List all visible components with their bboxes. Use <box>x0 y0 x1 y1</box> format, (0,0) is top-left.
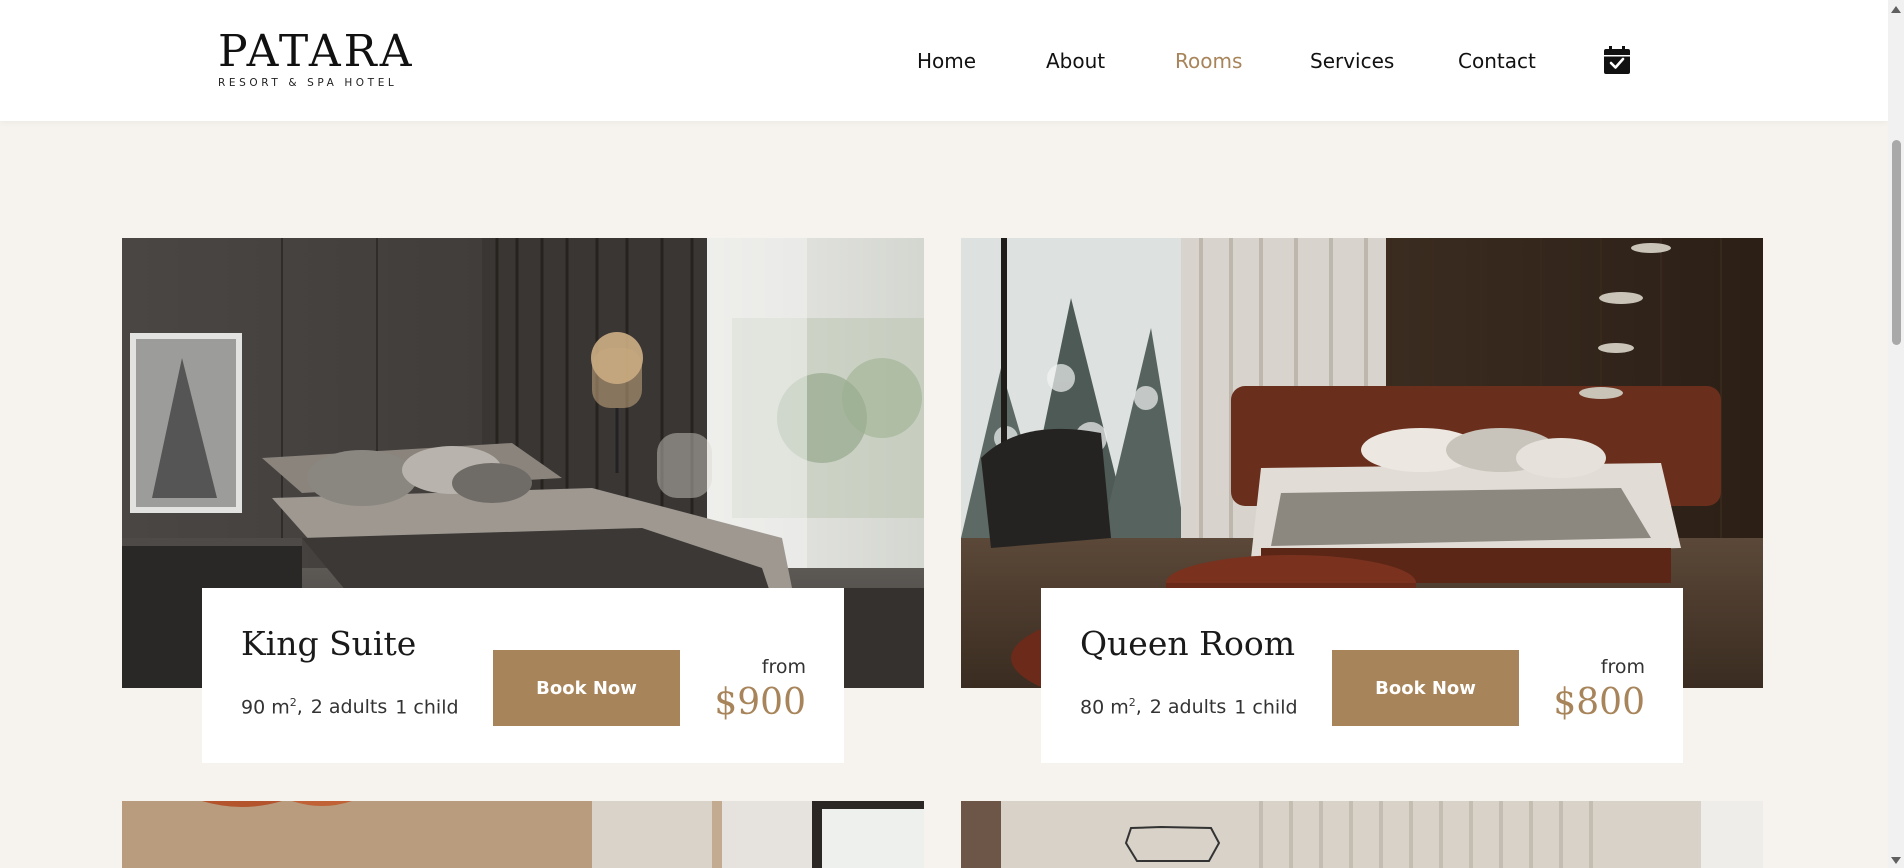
room-adults: 2 adults <box>310 696 388 719</box>
price-from-label: from <box>1600 656 1645 678</box>
nav-home[interactable]: Home <box>917 48 976 74</box>
scroll-down-arrow-icon[interactable] <box>1891 857 1901 864</box>
page-scrollbar[interactable] <box>1888 0 1904 868</box>
book-now-button[interactable]: Book Now <box>493 650 680 726</box>
scroll-up-arrow-icon[interactable] <box>1891 6 1901 13</box>
nav-contact[interactable]: Contact <box>1458 48 1536 74</box>
logo-tagline: RESORT & SPA HOTEL <box>218 77 398 89</box>
nav-about[interactable]: About <box>1046 48 1105 74</box>
room-title: King Suite <box>241 624 417 663</box>
room-children: 1 child <box>1234 696 1298 719</box>
room-area: 80 m <box>1080 696 1129 719</box>
room-card-queen-room: Queen Room 80 m2, 2 adults 1 child Book No… <box>1041 588 1683 763</box>
logo-wordmark: PATARA <box>218 26 415 77</box>
room-price: $800 <box>1553 682 1645 723</box>
room-area-unit: 2 <box>1128 696 1136 709</box>
room-children: 1 child <box>395 696 459 719</box>
room-details: 80 m2, 2 adults 1 child <box>1080 696 1298 719</box>
room-photo-partial <box>961 801 1763 868</box>
room-photo-partial <box>122 801 924 868</box>
scroll-thumb[interactable] <box>1892 140 1901 345</box>
nav-rooms[interactable]: Rooms <box>1175 48 1242 74</box>
logo[interactable]: PATARA RESORT & SPA HOTEL <box>218 26 415 90</box>
room-card-king-suite: King Suite 90 m2, 2 adults 1 child Book No… <box>202 588 844 763</box>
room-adults: 2 adults <box>1149 696 1227 719</box>
room-price: $900 <box>714 682 806 723</box>
calendar-check-icon[interactable] <box>1604 46 1630 74</box>
room-details: 90 m2, 2 adults 1 child <box>241 696 459 719</box>
site-header: PATARA RESORT & SPA HOTEL Home About Roo… <box>0 0 1888 121</box>
nav-services[interactable]: Services <box>1310 48 1394 74</box>
room-area-unit: 2 <box>289 696 297 709</box>
price-from-label: from <box>761 656 806 678</box>
book-now-button[interactable]: Book Now <box>1332 650 1519 726</box>
room-title: Queen Room <box>1080 624 1295 663</box>
room-area: 90 m <box>241 696 290 719</box>
